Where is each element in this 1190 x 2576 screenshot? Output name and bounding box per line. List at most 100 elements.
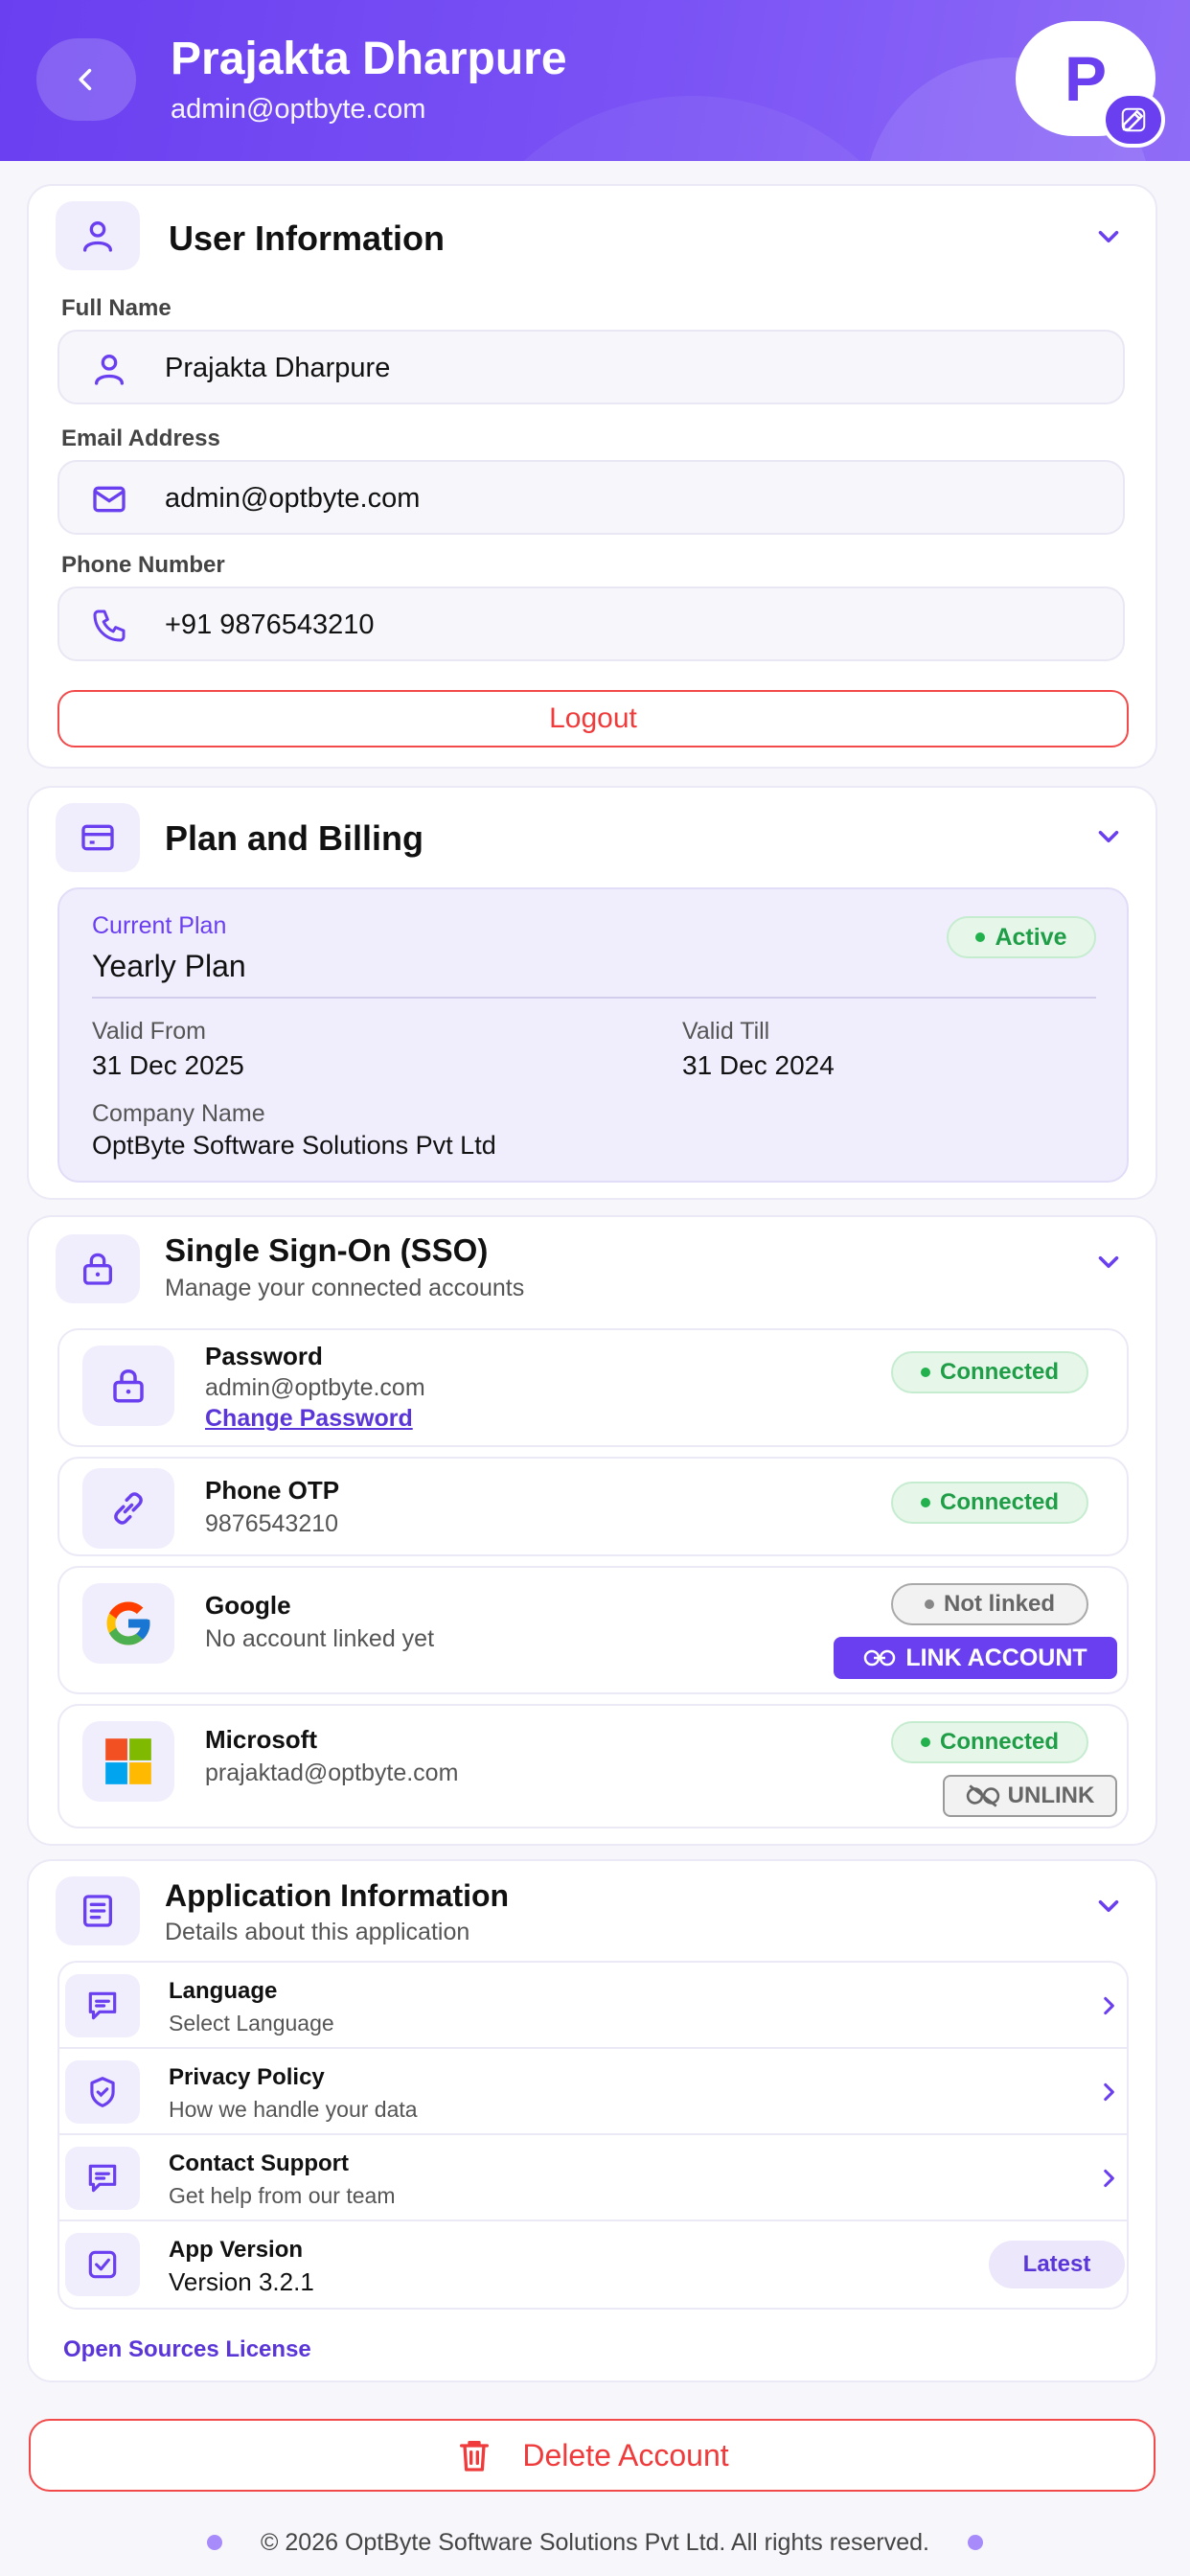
valid-till-label: Valid Till [682, 1018, 770, 1045]
status-badge: Not linked [891, 1583, 1088, 1625]
row-title: Contact Support [169, 2150, 349, 2176]
status-text: Connected [939, 1359, 1059, 1385]
row-title: App Version [169, 2237, 304, 2263]
application-information-card: Application Information Details about th… [27, 1859, 1157, 2382]
full-name-value: Prajakta Dharpure [165, 353, 391, 383]
app-info-list: Language Select Language Privacy Policy … [57, 1961, 1129, 2310]
status-badge: Connected [891, 1482, 1088, 1524]
company-value: OptByte Software Solutions Pvt Ltd [92, 1131, 496, 1160]
field-label: Email Address [61, 426, 220, 451]
language-row[interactable]: Language Select Language [59, 1963, 1127, 2049]
back-arrow-icon [79, 68, 92, 91]
plan-name: Yearly Plan [92, 949, 246, 983]
unlink-label: UNLINK [1007, 1782, 1095, 1808]
status-text: Active [995, 923, 1067, 951]
billing-section-icon [56, 803, 140, 872]
field-label: Full Name [61, 295, 172, 321]
link-icon [114, 1492, 143, 1525]
credit-card-icon [81, 824, 114, 851]
section-title: Plan and Billing [165, 818, 424, 858]
phone-field[interactable]: +91 9876543210 [57, 586, 1125, 661]
trash-icon [460, 2441, 490, 2472]
sso-item-google: Google No account linked yet Not linked … [57, 1566, 1129, 1694]
status-dot [924, 1599, 934, 1609]
back-button[interactable] [36, 38, 136, 121]
section-subtitle: Details about this application [165, 1919, 470, 1945]
language-icon-box [65, 1974, 140, 2037]
edit-avatar-button[interactable] [1102, 92, 1165, 148]
status-dot [975, 932, 986, 942]
valid-from-value: 31 Dec 2025 [92, 1050, 244, 1080]
sso-item-title: Microsoft [205, 1725, 317, 1754]
change-password-link[interactable]: Change Password [205, 1405, 413, 1433]
section-title: Single Sign-On (SSO) [165, 1232, 489, 1268]
privacy-policy-row[interactable]: Privacy Policy How we handle your data [59, 2049, 1127, 2135]
support-icon-box [65, 2147, 140, 2210]
microsoft-icon [105, 1738, 151, 1784]
version-icon-box [65, 2233, 140, 2296]
app-version-row: App Version Version 3.2.1 Latest [59, 2221, 1127, 2308]
shield-icon [90, 2077, 115, 2107]
microsoft-icon-box [82, 1721, 174, 1802]
contact-support-row[interactable]: Contact Support Get help from our team [59, 2135, 1127, 2221]
section-title: User Information [169, 218, 446, 258]
profile-email: admin@optbyte.com [171, 94, 426, 125]
sso-item-detail: prajaktad@optbyte.com [205, 1760, 459, 1786]
sso-item-phone-otp: Phone OTP 9876543210 Connected [57, 1457, 1129, 1556]
unlink-icon [966, 1784, 999, 1807]
mail-icon [93, 486, 126, 513]
support-icon [88, 2164, 117, 2193]
link-account-label: LINK ACCOUNT [905, 1644, 1087, 1671]
chevron-down-icon[interactable] [1092, 1246, 1125, 1278]
footer-dot [207, 2535, 223, 2550]
open-source-license-link[interactable]: Open Sources License [63, 2336, 311, 2363]
row-title: Language [169, 1978, 278, 2004]
latest-badge: Latest [989, 2241, 1125, 2288]
chevron-right-icon [1104, 2169, 1114, 2188]
email-value: admin@optbyte.com [165, 483, 421, 514]
password-icon-box [82, 1346, 174, 1426]
company-label: Company Name [92, 1100, 265, 1127]
status-dot [920, 1737, 930, 1747]
status-text: Not linked [943, 1591, 1055, 1617]
chevron-down-icon[interactable] [1092, 220, 1125, 253]
footer-dot [967, 2535, 983, 2550]
phone-icon [93, 610, 126, 642]
link-account-button[interactable]: LINK ACCOUNT [834, 1637, 1117, 1679]
sso-item-password: Password admin@optbyte.com Change Passwo… [57, 1328, 1129, 1447]
valid-till-value: 31 Dec 2024 [682, 1050, 835, 1080]
logout-button[interactable]: Logout [57, 690, 1129, 748]
status-dot [920, 1368, 930, 1377]
valid-from-label: Valid From [92, 1018, 207, 1045]
chevron-down-icon[interactable] [1092, 820, 1125, 853]
full-name-field[interactable]: Prajakta Dharpure [57, 330, 1125, 404]
sso-item-title: Password [205, 1342, 323, 1370]
delete-account-button[interactable]: Delete Account [29, 2419, 1156, 2492]
privacy-icon-box [65, 2060, 140, 2124]
chevron-right-icon [1104, 1996, 1114, 2015]
section-subtitle: Manage your connected accounts [165, 1275, 525, 1301]
chat-icon [88, 1991, 117, 2020]
lock-icon [113, 1368, 144, 1403]
document-icon [83, 1895, 112, 1927]
google-icon [106, 1601, 150, 1645]
sso-item-detail: 9876543210 [205, 1510, 339, 1537]
chevron-down-icon[interactable] [1092, 1890, 1125, 1922]
sso-item-microsoft: Microsoft prajaktad@optbyte.com Connecte… [57, 1704, 1129, 1828]
email-field[interactable]: admin@optbyte.com [57, 460, 1125, 535]
status-text: Connected [939, 1729, 1059, 1755]
app-section-icon [56, 1876, 140, 1945]
version-value: Version 3.2.1 [169, 2267, 314, 2296]
sso-item-detail: admin@optbyte.com [205, 1374, 425, 1401]
sso-card: Single Sign-On (SSO) Manage your connect… [27, 1215, 1157, 1846]
footer: © 2026 OptByte Software Solutions Pvt Lt… [0, 2526, 1190, 2559]
divider [92, 997, 1096, 999]
row-title: Privacy Policy [169, 2064, 325, 2090]
edit-icon [1121, 107, 1146, 132]
check-icon [88, 2250, 117, 2279]
sso-item-title: Google [205, 1591, 291, 1620]
phone-value: +91 9876543210 [165, 610, 375, 640]
unlink-button[interactable]: UNLINK [943, 1775, 1117, 1817]
row-subtitle: Select Language [169, 2011, 334, 2036]
delete-account-label: Delete Account [522, 2437, 729, 2472]
